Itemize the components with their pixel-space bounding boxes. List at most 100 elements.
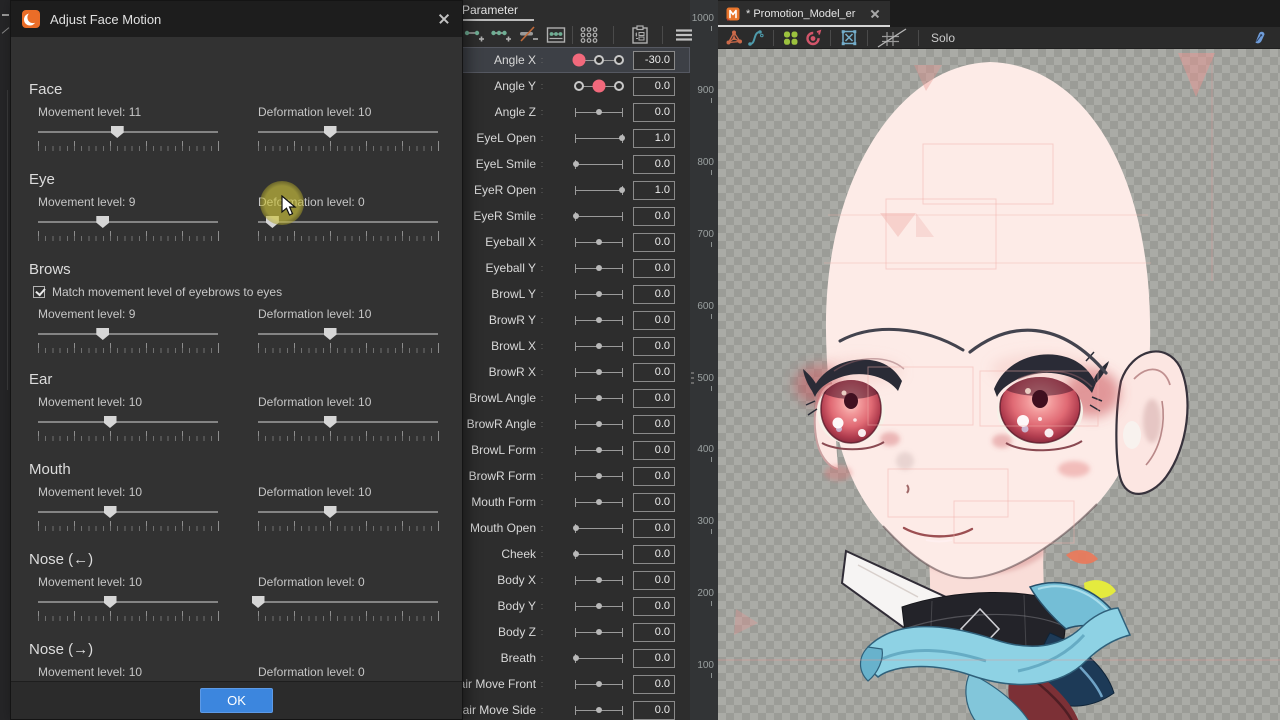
parameter-handle[interactable]	[596, 265, 602, 271]
parameter-row[interactable]: Cheek : 0.0	[450, 541, 690, 567]
parameter-value-field[interactable]: 0.0	[633, 649, 675, 668]
parameter-slider[interactable]	[575, 47, 623, 73]
parameter-value-field[interactable]: 0.0	[633, 493, 675, 512]
parameter-value-field[interactable]: 1.0	[633, 181, 675, 200]
slider-track[interactable]	[38, 131, 218, 133]
slider-thumb[interactable]	[104, 596, 117, 608]
menu-icon[interactable]	[675, 28, 693, 42]
parameter-slider[interactable]	[575, 316, 623, 325]
parameter-row[interactable]: Body Z : 0.0	[450, 619, 690, 645]
parameter-handle[interactable]	[596, 343, 602, 349]
parameter-value-field[interactable]: 0.0	[633, 337, 675, 356]
movement-slider[interactable]	[38, 327, 218, 341]
parameter-slider[interactable]	[575, 394, 623, 403]
parameter-slider[interactable]	[575, 602, 623, 611]
add-2-point-key-icon[interactable]	[464, 26, 484, 44]
parameter-slider[interactable]	[575, 524, 623, 533]
slider-thumb[interactable]	[96, 328, 109, 340]
parameter-row[interactable]: BrowR Y : 0.0	[450, 307, 690, 333]
movement-slider[interactable]	[38, 415, 218, 429]
parameter-value-field[interactable]: 0.0	[633, 77, 675, 96]
parameter-row[interactable]: Eyeball X : 0.0	[450, 229, 690, 255]
parameter-row[interactable]: BrowL X : 0.0	[450, 333, 690, 359]
slider-track[interactable]	[38, 333, 218, 335]
tab-close-icon[interactable]	[868, 7, 882, 21]
slider-track[interactable]	[38, 601, 218, 603]
slider-thumb[interactable]	[111, 126, 124, 138]
active-keypoint[interactable]	[573, 54, 586, 67]
slider-thumb[interactable]	[324, 328, 337, 340]
parameter-value-field[interactable]: 0.0	[633, 467, 675, 486]
parameter-slider[interactable]	[575, 576, 623, 585]
active-keypoint[interactable]	[593, 80, 606, 93]
deformation-slider[interactable]	[258, 505, 438, 519]
slider-track[interactable]	[38, 221, 218, 223]
parameter-slider[interactable]	[575, 290, 623, 299]
parameter-row[interactable]: Body X : 0.0	[450, 567, 690, 593]
parameter-value-field[interactable]: 0.0	[633, 623, 675, 642]
add-3-point-key-icon[interactable]	[491, 26, 511, 44]
parameter-handle[interactable]	[596, 421, 602, 427]
parameter-value-field[interactable]: 0.0	[633, 155, 675, 174]
parameter-slider[interactable]	[575, 368, 623, 377]
slider-track[interactable]	[38, 421, 218, 423]
parameter-value-field[interactable]: 0.0	[633, 675, 675, 694]
keypoint[interactable]	[614, 81, 624, 91]
slider-track[interactable]	[258, 601, 438, 603]
parameter-handle[interactable]	[596, 109, 602, 115]
parameter-value-field[interactable]: 0.0	[633, 389, 675, 408]
parameter-handle[interactable]	[596, 499, 602, 505]
parameter-slider[interactable]	[575, 550, 623, 559]
parameter-handle[interactable]	[573, 161, 579, 167]
parameter-slider[interactable]	[575, 680, 623, 689]
parameter-row[interactable]: EyeR Open : 1.0	[450, 177, 690, 203]
tab-parameter[interactable]: Parameter	[462, 3, 518, 17]
parameter-slider[interactable]	[575, 264, 623, 273]
parameter-handle[interactable]	[596, 447, 602, 453]
model-canvas[interactable]	[718, 49, 1280, 720]
parameter-handle[interactable]	[596, 239, 602, 245]
slider-track[interactable]	[258, 131, 438, 133]
parameter-row[interactable]: Hair Move Front : 0.0	[450, 671, 690, 697]
parameter-value-field[interactable]: 0.0	[633, 545, 675, 564]
ok-button[interactable]: OK	[200, 688, 273, 713]
parameter-slider[interactable]	[575, 108, 623, 117]
deformation-slider[interactable]	[258, 215, 438, 229]
parameter-value-field[interactable]: 0.0	[633, 415, 675, 434]
deformation-slider[interactable]	[258, 415, 438, 429]
parameter-row[interactable]: Hair Move Side : 0.0	[450, 697, 690, 720]
parameter-slider[interactable]	[575, 446, 623, 455]
slider-track[interactable]	[258, 511, 438, 513]
parameter-slider[interactable]	[575, 706, 623, 715]
parameter-slider[interactable]	[575, 498, 623, 507]
movement-slider[interactable]	[38, 505, 218, 519]
parameter-value-field[interactable]: 0.0	[633, 363, 675, 382]
parameter-row[interactable]: Breath : 0.0	[450, 645, 690, 671]
curve-tool-icon[interactable]	[747, 29, 765, 47]
parameter-value-field[interactable]: 0.0	[633, 207, 675, 226]
slider-track[interactable]	[258, 221, 438, 223]
keypoint[interactable]	[614, 55, 624, 65]
slider-thumb[interactable]	[252, 596, 265, 608]
parameter-row[interactable]: EyeL Smile : 0.0	[450, 151, 690, 177]
parameter-row[interactable]: BrowL Angle : 0.0	[450, 385, 690, 411]
parameter-row[interactable]: BrowR X : 0.0	[450, 359, 690, 385]
slider-thumb[interactable]	[324, 126, 337, 138]
parameter-row[interactable]: Angle Z : 0.0	[450, 99, 690, 125]
mesh-edit-icon[interactable]	[724, 29, 744, 47]
keyform-box-icon[interactable]	[546, 26, 566, 44]
parameter-row[interactable]: EyeL Open : 1.0	[450, 125, 690, 151]
parameter-handle[interactable]	[596, 629, 602, 635]
parameter-row[interactable]: Body Y : 0.0	[450, 593, 690, 619]
pen-icon[interactable]	[1251, 29, 1268, 46]
parameter-handle[interactable]	[573, 213, 579, 219]
parameter-handle[interactable]	[619, 135, 625, 141]
parameter-value-field[interactable]: 0.0	[633, 571, 675, 590]
slider-track[interactable]	[38, 511, 218, 513]
parameter-row[interactable]: BrowR Form : 0.0	[450, 463, 690, 489]
parameter-value-field[interactable]: 0.0	[633, 441, 675, 460]
brows-match-checkbox[interactable]: Match movement level of eyebrows to eyes	[33, 285, 282, 299]
slider-thumb[interactable]	[104, 506, 117, 518]
tab-promotion-model[interactable]: * Promotion_Model_er	[718, 1, 890, 27]
parameter-slider[interactable]	[575, 342, 623, 351]
